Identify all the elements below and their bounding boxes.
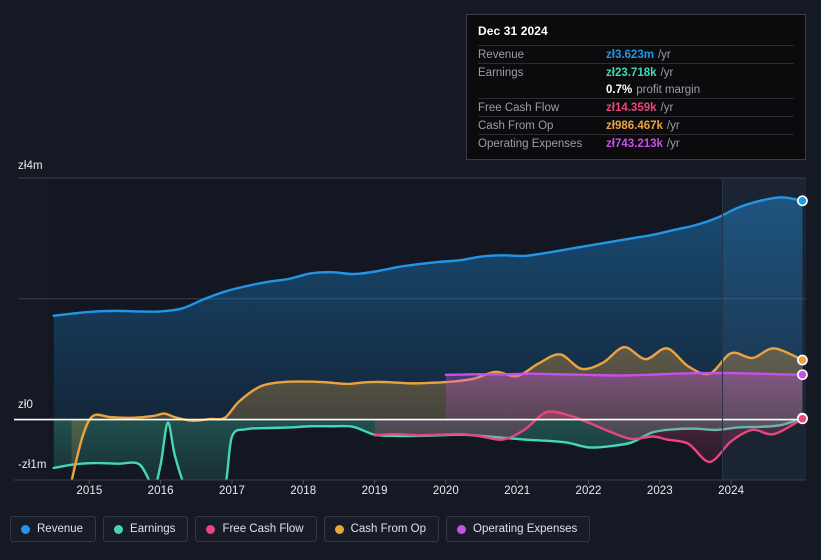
legend-color-dot-icon bbox=[334, 524, 344, 534]
legend-item-cash-from-op[interactable]: Cash From Op bbox=[323, 516, 440, 542]
legend-item-label: Operating Expenses bbox=[473, 523, 578, 535]
tooltip-value-cash-from-op: zł986.467k bbox=[606, 119, 663, 132]
financial-chart-widget: zł4m zł0 -zł1m 2015 2016 2017 2018 2019 2020 2… bbox=[0, 0, 821, 560]
tooltip-row-earnings: Earnings zł23.718k /yr bbox=[478, 63, 794, 81]
endpoint-operating-expenses bbox=[797, 369, 808, 381]
y-axis-label-zero: zł0 bbox=[18, 399, 34, 411]
tooltip-panel: Dec 31 2024 Revenue zł3.623m /yr Earning… bbox=[466, 14, 806, 160]
endpoint-revenue bbox=[797, 195, 808, 207]
tooltip-row-operating-expenses: Operating Expenses zł743.213k /yr bbox=[478, 134, 794, 152]
legend-item-label: Free Cash Flow bbox=[222, 523, 304, 535]
x-axis-tick-2024: 2024 bbox=[718, 485, 745, 497]
x-axis-tick-2022: 2022 bbox=[575, 485, 602, 497]
tooltip-row-cash-from-op: Cash From Op zł986.467k /yr bbox=[478, 116, 794, 134]
tooltip-unit-revenue: /yr bbox=[657, 48, 671, 61]
legend-item-label: Cash From Op bbox=[350, 523, 427, 535]
tooltip-value-operating-expenses: zł743.213k bbox=[606, 137, 663, 150]
tooltip-date: Dec 31 2024 bbox=[478, 24, 548, 38]
legend-item-earnings[interactable]: Earnings bbox=[103, 516, 189, 542]
endpoint-cash-from-op bbox=[797, 354, 808, 366]
tooltip-value-free-cash-flow: zł14.359k bbox=[606, 101, 657, 114]
legend-item-label: Revenue bbox=[37, 523, 84, 535]
tooltip-unit-free-cash-flow: /yr bbox=[660, 101, 674, 114]
tooltip-label-earnings: Earnings bbox=[478, 66, 524, 79]
legend-color-dot-icon bbox=[114, 524, 124, 534]
legend-color-dot-icon bbox=[21, 524, 30, 534]
series-operating-expenses bbox=[444, 371, 804, 420]
legend-color-dot-icon bbox=[457, 524, 467, 534]
y-axis-label-bottom: -zł1m bbox=[18, 459, 47, 471]
tooltip-value-revenue: zł3.623m bbox=[606, 48, 654, 61]
tooltip-value-earnings: zł23.718k bbox=[606, 66, 657, 79]
tooltip-row-free-cash-flow: Free Cash Flow zł14.359k /yr bbox=[478, 98, 794, 116]
endpoint-free-cash-flow bbox=[797, 413, 808, 425]
legend-color-dot-icon bbox=[206, 524, 216, 534]
x-axis-tick-2020: 2020 bbox=[432, 485, 459, 497]
tooltip-label-cash-from-op: Cash From Op bbox=[478, 119, 554, 132]
x-axis-tick-2016: 2016 bbox=[147, 485, 174, 497]
tooltip-row-profit-margin: 0.7% profit margin bbox=[478, 81, 794, 98]
tooltip-label-free-cash-flow: Free Cash Flow bbox=[478, 101, 560, 114]
chart-legend: Revenue Earnings Free Cash Flow Cash From O… bbox=[10, 516, 591, 542]
x-axis-tick-2015: 2015 bbox=[76, 485, 103, 497]
x-axis-tick-2023: 2023 bbox=[646, 485, 673, 497]
tooltip-label-revenue: Revenue bbox=[478, 48, 525, 61]
tooltip-value-profit-margin: 0.7% bbox=[606, 83, 633, 96]
legend-item-operating-expenses[interactable]: Operating Expenses bbox=[446, 516, 591, 542]
x-axis-tick-2017: 2017 bbox=[218, 485, 245, 497]
tooltip-unit-earnings: /yr bbox=[660, 66, 674, 79]
tooltip-unit-cash-from-op: /yr bbox=[666, 119, 680, 132]
tooltip-label-operating-expenses: Operating Expenses bbox=[478, 137, 583, 150]
tooltip-unit-operating-expenses: /yr bbox=[666, 137, 680, 150]
x-axis-tick-2021: 2021 bbox=[504, 485, 531, 497]
legend-item-free-cash-flow[interactable]: Free Cash Flow bbox=[195, 516, 317, 542]
tooltip-unit-profit-margin: profit margin bbox=[636, 83, 701, 96]
x-axis-tick-2018: 2018 bbox=[290, 485, 317, 497]
legend-item-revenue[interactable]: Revenue bbox=[10, 516, 97, 542]
x-axis-tick-2019: 2019 bbox=[361, 485, 388, 497]
tooltip-row-revenue: Revenue zł3.623m /yr bbox=[478, 45, 794, 63]
y-axis-label-top: zł4m bbox=[18, 160, 43, 172]
legend-item-label: Earnings bbox=[130, 523, 176, 535]
